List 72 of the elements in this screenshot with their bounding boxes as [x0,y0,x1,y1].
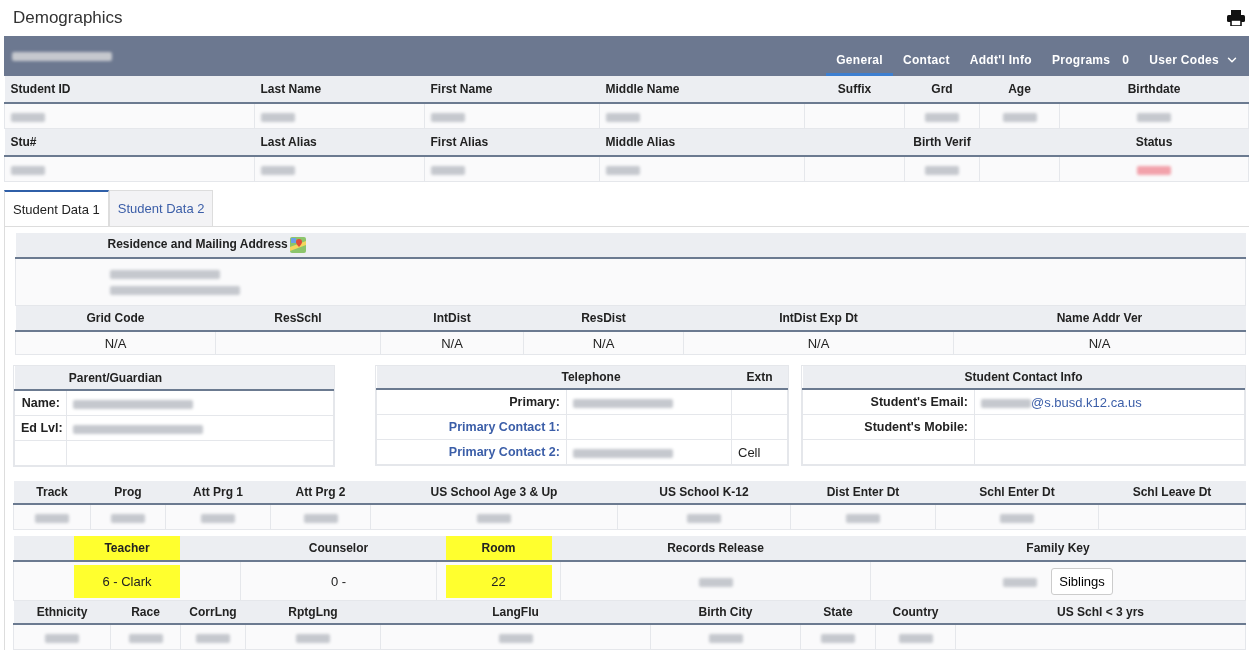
tab[interactable]: Student Data 2 [108,190,214,226]
column-header: US School Age 3 & Up [370,481,618,504]
column-header: RptgLng [245,601,381,624]
column-header: CorrLng [180,601,246,624]
column-header: Counselor [307,540,370,557]
table-cell: N/A [523,331,684,355]
column-header: Grid Code [15,306,216,331]
column-header: Name Addr Ver [953,306,1246,331]
column-header: Age [979,76,1060,103]
table-cell: N/A [683,331,954,355]
field-label: Primary: [509,395,560,409]
nav-tab[interactable]: Addt'l Info [959,36,1042,76]
column-header: Prog [90,481,166,504]
column-header: Country [875,601,956,624]
column-header: Last Alias [254,128,425,156]
column-header: Records Release [666,540,765,557]
column-header: Extn [731,366,788,389]
column-header: Schl Enter Dt [935,481,1099,504]
nav-tab[interactable]: Contact [892,36,960,76]
column-header: Birth Verif [904,128,980,156]
column-header: Status [1059,128,1249,156]
extension-text: Cell [738,444,761,460]
column-header: Teacher [74,536,180,560]
column-header: Dist Enter Dt [790,481,936,504]
column-header: Room [445,536,552,560]
column-header: Middle Name [599,76,805,103]
column-header: First Name [424,76,600,103]
column-header: IntDist [380,306,524,331]
field-label: Student's Email: [870,395,968,409]
column-header: Grd [904,76,980,103]
tab[interactable]: Student Data 1 [4,190,109,226]
column-header: US School K-12 [617,481,791,504]
section-title: Residence and Mailing Address [106,237,288,252]
field-label: Name: [21,396,60,410]
column-header: ResSchl [215,306,381,331]
column-header: First Alias [424,128,600,156]
table-cell: N/A [953,331,1246,355]
table-cell: 6 - Clark [74,564,180,598]
field-label: Student's Mobile: [864,420,968,434]
column-header: Stu# [4,128,255,156]
nav-tab[interactable]: User Codes [1139,36,1249,76]
column-header: LangFlu [380,601,651,624]
column-header: Suffix [804,76,905,103]
column-header: Att Prg 1 [165,481,271,504]
table-cell: N/A [15,331,216,355]
column-header: Family Key [1025,540,1091,557]
column-header: Birth City [650,601,801,624]
column-header: Track [13,481,91,504]
column-header: US Schl < 3 yrs [955,601,1246,624]
column-header: Schl Leave Dt [1098,481,1246,504]
siblings-button[interactable]: Siblings [1051,567,1113,595]
print-icon[interactable] [1227,10,1245,26]
table-cell-text: 0 - [329,572,348,591]
section-title: Student Contact Info [802,366,1245,389]
column-header: IntDist Exp Dt [683,306,954,331]
column-header: Student ID [4,76,255,103]
table-cell: N/A [380,331,524,355]
column-header: Middle Alias [599,128,805,156]
field-label: Ed Lvl: [21,421,63,435]
column-header: Ethnicity [13,601,111,624]
column-header: Race [110,601,181,624]
column-header: Birthdate [1059,76,1249,103]
column-header: Last Name [254,76,425,103]
column-header: ResDist [523,306,684,331]
column-header: Att Prg 2 [270,481,371,504]
nav-tab[interactable]: Programs 0 [1041,36,1140,76]
page-title: Demographics [13,8,123,28]
section-title: Telephone [376,366,732,389]
map-icon[interactable] [289,237,306,253]
table-cell: 22 [445,564,552,598]
section-title: Parent/Guardian [14,366,217,390]
column-header: State [800,601,876,624]
